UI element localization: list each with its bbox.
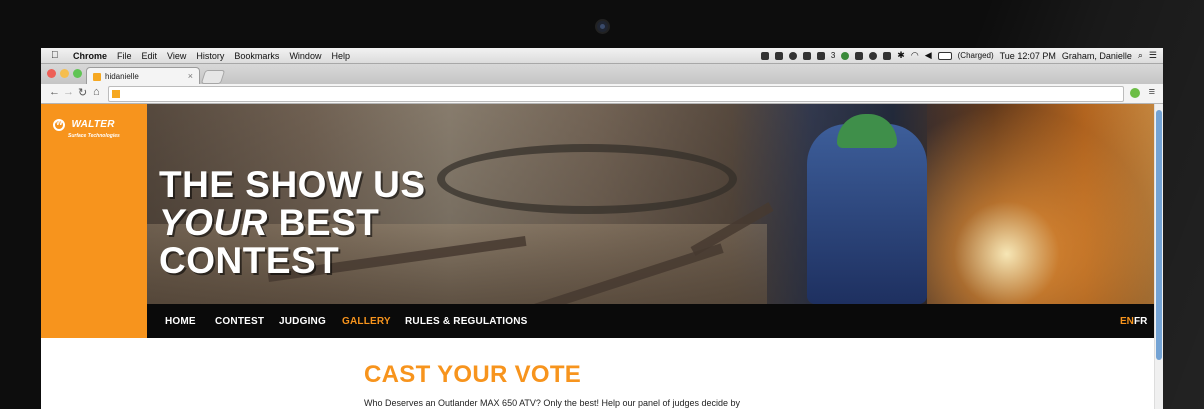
chrome-menu-icon[interactable]: ≡ bbox=[1149, 86, 1155, 98]
hero-title-line2-rest: BEST bbox=[267, 202, 380, 243]
webcam-icon bbox=[597, 21, 608, 32]
laptop-bezel:  Chrome File Edit View History Bookmark… bbox=[0, 0, 1204, 409]
menu-chrome[interactable]: Chrome bbox=[73, 51, 107, 61]
hero-title-emphasis: YOUR bbox=[159, 202, 268, 243]
menu-window[interactable]: Window bbox=[289, 51, 321, 61]
hero-title-line1: THE SHOW US bbox=[159, 164, 426, 205]
hero-title-line2: YOUR BEST bbox=[159, 204, 426, 242]
menubar-status-area: 3 ✱ ◠ ◀ (Charged) Tue 12:07 PM Graham, D… bbox=[760, 48, 1157, 63]
browser-toolbar: ← → ↻ ⌂ ≡ bbox=[41, 84, 1163, 104]
bluetooth-icon[interactable]: ✱ bbox=[897, 50, 905, 61]
site-nav: HOME CONTEST JUDGING GALLERY RULES & REG… bbox=[147, 304, 1155, 338]
evernote-icon[interactable] bbox=[760, 51, 769, 60]
scrollbar-thumb[interactable] bbox=[1156, 110, 1162, 360]
screen:  Chrome File Edit View History Bookmark… bbox=[41, 48, 1163, 409]
chat-bubble-icon[interactable] bbox=[788, 51, 797, 60]
menu-help[interactable]: Help bbox=[331, 51, 350, 61]
menu-view[interactable]: View bbox=[167, 51, 186, 61]
notification-center-icon[interactable]: ☰ bbox=[1149, 50, 1157, 61]
page-scrollbar[interactable] bbox=[1154, 104, 1163, 409]
close-window-icon[interactable] bbox=[47, 69, 56, 78]
dropbox-icon[interactable] bbox=[802, 51, 811, 60]
clock-icon[interactable] bbox=[869, 51, 878, 60]
mac-menubar:  Chrome File Edit View History Bookmark… bbox=[41, 48, 1163, 64]
hero-title: THE SHOW US YOUR BEST CONTEST bbox=[159, 166, 426, 280]
menu-bookmarks[interactable]: Bookmarks bbox=[234, 51, 279, 61]
apple-icon[interactable]:  bbox=[51, 50, 63, 61]
extension-icon[interactable] bbox=[1130, 88, 1140, 98]
site-favicon-icon bbox=[112, 90, 120, 98]
hero-worker bbox=[807, 124, 927, 304]
window-controls bbox=[47, 69, 82, 78]
forward-arrow-icon[interactable]: → bbox=[63, 86, 74, 98]
browser-tab[interactable]: hidanielle × bbox=[86, 67, 200, 85]
web-page: WALTER Surface Technologies THE SHOW US … bbox=[41, 104, 1155, 409]
lang-fr[interactable]: FR bbox=[1134, 316, 1147, 327]
battery-icon[interactable] bbox=[937, 51, 952, 60]
walter-logo-icon bbox=[53, 118, 65, 131]
badge-count: 3 bbox=[830, 51, 836, 60]
tab-close-icon[interactable]: × bbox=[188, 71, 193, 81]
home-icon[interactable]: ⌂ bbox=[93, 86, 100, 98]
hero-ring-shape bbox=[437, 144, 737, 214]
reload-icon[interactable]: ↻ bbox=[78, 86, 87, 99]
nav-rules[interactable]: RULES & REGULATIONS bbox=[405, 316, 528, 327]
display-icon[interactable] bbox=[883, 51, 892, 60]
logo-brand: WALTER bbox=[71, 119, 115, 131]
shield-icon[interactable] bbox=[855, 51, 864, 60]
vote-title: CAST YOUR VOTE bbox=[364, 361, 582, 388]
menu-file[interactable]: File bbox=[117, 51, 132, 61]
nav-home[interactable]: HOME bbox=[165, 316, 196, 327]
tab-title: hidanielle bbox=[105, 72, 139, 81]
menubar-clock[interactable]: Tue 12:07 PM bbox=[1000, 51, 1056, 61]
menu-history[interactable]: History bbox=[196, 51, 224, 61]
nav-gallery[interactable]: GALLERY bbox=[342, 316, 391, 327]
battery-status: (Charged) bbox=[957, 51, 994, 60]
hero-welding-helmet bbox=[837, 114, 897, 148]
walter-logo[interactable]: WALTER Surface Technologies bbox=[53, 116, 120, 139]
new-tab-button[interactable] bbox=[200, 70, 226, 84]
hero-title-line3: CONTEST bbox=[159, 240, 340, 281]
address-bar[interactable] bbox=[108, 86, 1124, 102]
spotlight-icon[interactable]: ⌕ bbox=[1138, 50, 1143, 61]
zoom-window-icon[interactable] bbox=[73, 69, 82, 78]
minimize-window-icon[interactable] bbox=[60, 69, 69, 78]
vote-section: CAST YOUR VOTE Who Deserves an Outlander… bbox=[364, 361, 864, 409]
nav-contest[interactable]: CONTEST bbox=[215, 316, 264, 327]
vote-description: Who Deserves an Outlander MAX 650 ATV? O… bbox=[364, 398, 741, 408]
menu-edit[interactable]: Edit bbox=[142, 51, 158, 61]
browser-tabstrip: hidanielle × bbox=[41, 64, 1163, 85]
hero-sparks bbox=[927, 104, 1155, 304]
menubar-user[interactable]: Graham, Danielle bbox=[1062, 51, 1132, 61]
favicon-icon bbox=[93, 72, 101, 81]
status-green-icon[interactable] bbox=[841, 51, 850, 60]
wifi-icon[interactable]: ◠ bbox=[911, 50, 919, 61]
notification-bell-icon[interactable] bbox=[774, 51, 783, 60]
google-drive-icon[interactable] bbox=[816, 51, 825, 60]
hero-banner: THE SHOW US YOUR BEST CONTEST bbox=[147, 104, 1155, 304]
volume-icon[interactable]: ◀ bbox=[925, 50, 932, 61]
logo-column: WALTER Surface Technologies bbox=[41, 104, 147, 338]
nav-judging[interactable]: JUDGING bbox=[279, 316, 326, 327]
logo-subtitle: Surface Technologies bbox=[68, 133, 120, 139]
lang-en[interactable]: EN bbox=[1120, 316, 1134, 327]
back-arrow-icon[interactable]: ← bbox=[49, 86, 60, 98]
